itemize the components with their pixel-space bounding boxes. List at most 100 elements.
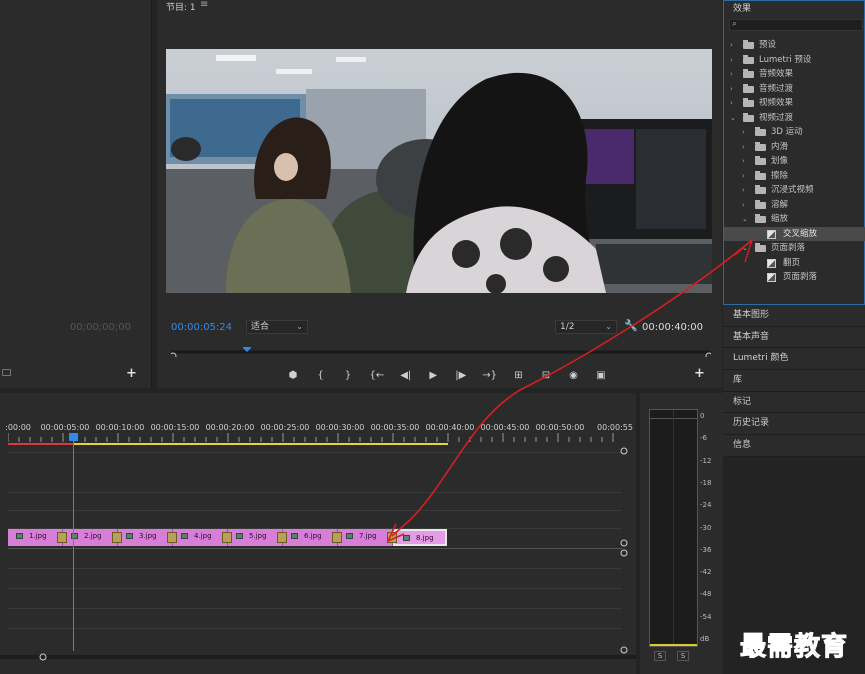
effects-tree-item-audio-fx[interactable]: › 音频效果: [724, 67, 865, 82]
effects-tree-label: 3D 运动: [771, 127, 803, 137]
tab-essential-graphics[interactable]: 基本图形: [723, 305, 865, 327]
effects-tree-item-page-turn[interactable]: 翻页: [724, 256, 865, 271]
step-back-icon[interactable]: ◀|: [400, 370, 412, 381]
folder-icon: [743, 54, 754, 64]
resolution-select[interactable]: 1/2 ⌄: [555, 320, 617, 334]
timeline-clip[interactable]: 4.jpg: [173, 529, 228, 546]
go-to-in-icon[interactable]: {←: [370, 370, 385, 381]
chevron-right-icon[interactable]: ›: [742, 125, 745, 140]
play-icon[interactable]: ▶: [427, 370, 439, 381]
chevron-right-icon[interactable]: ›: [730, 38, 733, 53]
timeline-ruler[interactable]: :00:00 00:00:05:00 00:00:10:00 00:00:15:00 0…: [5, 423, 633, 433]
effects-tree-item-lumetri[interactable]: › Lumetri 预设: [724, 53, 865, 68]
chevron-right-icon[interactable]: ›: [742, 198, 745, 213]
go-to-out-icon[interactable]: →}: [482, 370, 497, 381]
solo-right-button[interactable]: S: [677, 651, 689, 661]
solo-left-button[interactable]: S: [654, 651, 666, 661]
camera-icon[interactable]: [2, 369, 11, 376]
effects-tree-item-zoom[interactable]: ⌄ 缩放: [724, 212, 865, 227]
timeline-clip[interactable]: 5.jpg: [228, 529, 283, 546]
chevron-right-icon[interactable]: ›: [742, 169, 745, 184]
zoom-select[interactable]: 适合 ⌄: [246, 320, 308, 334]
effects-tree-item-video-trans[interactable]: ⌄ 视频过渡: [724, 111, 865, 126]
chevron-right-icon[interactable]: ›: [730, 82, 733, 97]
effects-search-input[interactable]: ⌕: [729, 19, 863, 31]
effects-tree-item-presets[interactable]: › 预设: [724, 38, 865, 53]
tab-markers[interactable]: 标记: [723, 391, 865, 414]
tab-essential-sound[interactable]: 基本声音: [723, 326, 865, 349]
transition-marker[interactable]: [277, 532, 287, 543]
timeline-hscroll[interactable]: [0, 652, 636, 662]
timeline-vscroll[interactable]: [620, 445, 630, 665]
current-timecode[interactable]: 00:00:05:24: [171, 322, 232, 333]
transition-marker[interactable]: [222, 532, 232, 543]
source-monitor-panel: 00;00;00;00 +: [0, 0, 152, 388]
chevron-right-icon[interactable]: ›: [742, 183, 745, 198]
meter-db-label: -18: [700, 478, 712, 487]
effects-tree-item-slide[interactable]: › 内滑: [724, 140, 865, 155]
playhead-line[interactable]: [73, 433, 74, 651]
tab-info[interactable]: 信息: [723, 435, 865, 457]
add-marker-icon[interactable]: ⬢: [287, 370, 299, 381]
effects-tree-label: 翻页: [783, 257, 801, 268]
effects-tree-item-3d[interactable]: › 3D 运动: [724, 125, 865, 140]
transition-effect-icon: [767, 229, 776, 239]
lift-icon[interactable]: ⊞: [513, 370, 525, 381]
transition-marker[interactable]: [332, 532, 342, 543]
effects-tree-label: Lumetri 预设: [759, 54, 812, 65]
effects-tree-item-video-fx[interactable]: › 视频效果: [724, 96, 865, 111]
timeline-clip[interactable]: 7.jpg: [338, 529, 393, 546]
effects-tree: › 预设 › Lumetri 预设 › 音频效果 › 音频过渡 › 视频效果 ⌄ 视频过渡 › 3D 运动…: [724, 38, 865, 285]
timeline-clip[interactable]: 2.jpg: [63, 529, 118, 546]
program-monitor-panel: 节目: 1 ≡ 00:00:05:24 适合 ⌄ 1/2 ⌄ 🔧 00:00:4…: [157, 0, 722, 388]
ruler-label: 00:00:45:00: [480, 423, 530, 432]
compare-icon[interactable]: ▣: [595, 370, 607, 381]
chevron-right-icon[interactable]: ›: [730, 96, 733, 111]
timeline-clip[interactable]: 8.jpg: [393, 529, 447, 546]
folder-icon: [743, 98, 754, 107]
effects-tree-item-audio-trans[interactable]: › 音频过渡: [724, 82, 865, 97]
tab-history[interactable]: 历史记录: [723, 413, 865, 436]
timeline-clip[interactable]: 3.jpg: [118, 529, 173, 546]
folder-icon: [743, 69, 754, 78]
effects-tree-label: 页面剥落: [771, 243, 806, 253]
program-title[interactable]: 节目: 1: [166, 0, 196, 13]
chevron-right-icon[interactable]: ›: [742, 140, 745, 155]
effects-tree-item-wipe[interactable]: › 擦除: [724, 169, 865, 184]
transition-marker[interactable]: [57, 532, 67, 543]
clip-label: 8.jpg: [416, 534, 434, 542]
mark-in-icon[interactable]: {: [315, 370, 327, 381]
chevron-right-icon[interactable]: ›: [730, 67, 733, 82]
effects-tree-item-iris[interactable]: › 划像: [724, 154, 865, 169]
add-button[interactable]: +: [694, 366, 705, 381]
effects-title[interactable]: 效果: [733, 1, 751, 14]
export-frame-icon[interactable]: ◉: [568, 370, 580, 381]
add-button[interactable]: +: [126, 366, 137, 381]
transition-marker[interactable]: [387, 532, 397, 543]
chevron-down-icon[interactable]: ⌄: [742, 241, 748, 256]
mark-out-icon[interactable]: }: [342, 370, 354, 381]
effects-tree-item-page-peel[interactable]: ⌄ 页面剥落: [724, 241, 865, 256]
chevron-down-icon[interactable]: ⌄: [730, 111, 736, 126]
tab-lumetri-color[interactable]: Lumetri 颜色: [723, 348, 865, 371]
extract-icon[interactable]: ⊟: [540, 370, 552, 381]
wrench-icon[interactable]: 🔧: [624, 319, 638, 332]
chevron-right-icon[interactable]: ›: [730, 53, 733, 68]
effects-tree-item-dissolve[interactable]: › 溶解: [724, 198, 865, 213]
effects-tree-item-immersive[interactable]: › 沉浸式视频: [724, 183, 865, 198]
transition-marker[interactable]: [112, 532, 122, 543]
chevron-down-icon[interactable]: ⌄: [742, 212, 748, 227]
timeline-clip[interactable]: 6.jpg: [283, 529, 338, 546]
transition-marker[interactable]: [167, 532, 177, 543]
step-forward-icon[interactable]: |▶: [455, 370, 467, 381]
meter-db-label: -6: [700, 434, 707, 443]
timeline-clip[interactable]: 1.jpg: [8, 529, 63, 546]
tab-libraries[interactable]: 库: [723, 370, 865, 392]
playhead-head[interactable]: [69, 433, 78, 441]
effects-tree-item-page-peel-fx[interactable]: 页面剥落: [724, 270, 865, 285]
effects-tree-item-cross-zoom[interactable]: 交叉缩放: [724, 226, 865, 241]
program-scrubber[interactable]: [171, 347, 711, 357]
chevron-right-icon[interactable]: ›: [742, 154, 745, 169]
panel-menu-icon[interactable]: ≡: [200, 0, 208, 10]
image-clip-icon: [236, 533, 243, 539]
